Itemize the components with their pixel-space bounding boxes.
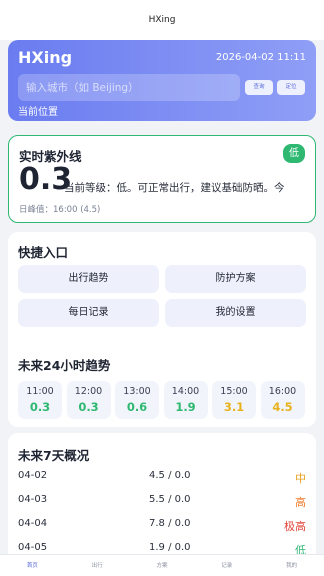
weekly-date: 04-04 [18, 518, 48, 529]
bottom-tab-bar: 首页 出行 方案 记录 我的 [0, 554, 324, 576]
tab-mine[interactable]: 我的 [259, 555, 324, 576]
weekly-row: 04-05 1.9 / 0.0 低 [18, 537, 306, 554]
hourly-item: 16:00 4.5 [260, 381, 305, 419]
weekly-date: 04-03 [18, 494, 48, 505]
hourly-time: 12:00 [74, 386, 103, 397]
uv-peak-text: 日峰值：16:00 (4.5) [19, 205, 101, 215]
uv-level-badge: 低 [283, 144, 305, 163]
hourly-time: 16:00 [268, 386, 297, 397]
weekly-overview-card: 未来7天概况 04-02 4.5 / 0.0 中 04-03 5.5 / 0.0… [8, 433, 316, 554]
hero-app-name: HXing [18, 48, 73, 67]
weekly-level: 高 [295, 496, 306, 509]
hourly-value: 1.9 [175, 400, 196, 414]
weekly-uv-range: 7.8 / 0.0 [149, 518, 191, 529]
hero-card: HXing 2026-04-02 11:11 查询 定位 当前位置 [8, 40, 316, 121]
hourly-trend-title: 未来24小时趋势 [18, 358, 111, 373]
locate-button[interactable]: 定位 [277, 80, 305, 95]
city-search-input[interactable] [18, 74, 240, 101]
weekly-overview-title: 未来7天概况 [18, 448, 90, 463]
hourly-value: 0.3 [29, 400, 51, 414]
uv-level-description: 当前等级：低。可正常出行，建议基础防晒。今 [64, 182, 285, 194]
main-scroll[interactable]: HXing 2026-04-02 11:11 查询 定位 当前位置 实时紫外线 … [0, 40, 324, 554]
quick-entry-title: 快捷入口 [18, 245, 69, 260]
hourly-item: 12:00 0.3 [66, 381, 111, 419]
quick-daily-record-button[interactable]: 每日记录 [18, 299, 159, 327]
app-title: HXing [0, 0, 324, 40]
weekly-level: 低 [295, 544, 306, 554]
weekly-uv-range: 1.9 / 0.0 [149, 542, 191, 553]
hourly-item: 15:00 3.1 [212, 381, 256, 419]
weekly-row: 04-04 7.8 / 0.0 极高 [18, 513, 306, 537]
hourly-time: 15:00 [220, 386, 248, 397]
weekly-row: 04-03 5.5 / 0.0 高 [18, 489, 306, 513]
quick-my-settings-button[interactable]: 我的设置 [165, 299, 306, 327]
query-button[interactable]: 查询 [245, 80, 273, 95]
hourly-value: 0.6 [126, 400, 148, 414]
quick-travel-trend-button[interactable]: 出行趋势 [18, 265, 159, 293]
weekly-uv-range: 4.5 / 0.0 [149, 470, 191, 481]
hourly-item: 11:00 0.3 [18, 381, 62, 419]
hero-datetime: 2026-04-02 11:11 [215, 52, 306, 63]
hourly-trend-card: 未来24小时趋势 11:00 0.3 12:00 0.3 13:00 0.6 1… [8, 345, 316, 427]
hourly-time: 13:00 [123, 386, 151, 397]
quick-protection-plan-button[interactable]: 防护方案 [165, 265, 306, 293]
tab-home[interactable]: 首页 [0, 555, 65, 576]
current-location-label[interactable]: 当前位置 [18, 103, 58, 118]
tab-travel[interactable]: 出行 [65, 555, 130, 576]
weekly-level: 极高 [284, 520, 306, 533]
hourly-value: 0.3 [78, 400, 99, 414]
hourly-value: 3.1 [223, 400, 245, 414]
hourly-item: 13:00 0.6 [115, 381, 159, 419]
tab-plan[interactable]: 方案 [130, 555, 195, 576]
hourly-time: 14:00 [171, 386, 200, 397]
realtime-uv-card: 实时紫外线 低 0.3 当前等级：低。可正常出行，建议基础防晒。今 日峰值：16… [8, 135, 316, 223]
weekly-level: 中 [295, 472, 306, 485]
hourly-item: 14:00 1.9 [163, 381, 208, 419]
tab-records[interactable]: 记录 [194, 555, 259, 576]
weekly-date: 04-05 [18, 542, 48, 553]
hourly-time: 11:00 [26, 386, 54, 397]
hourly-value: 4.5 [272, 400, 293, 414]
weekly-row: 04-02 4.5 / 0.0 中 [18, 465, 306, 489]
weekly-date: 04-02 [18, 470, 48, 481]
weekly-uv-range: 5.5 / 0.0 [149, 494, 191, 505]
